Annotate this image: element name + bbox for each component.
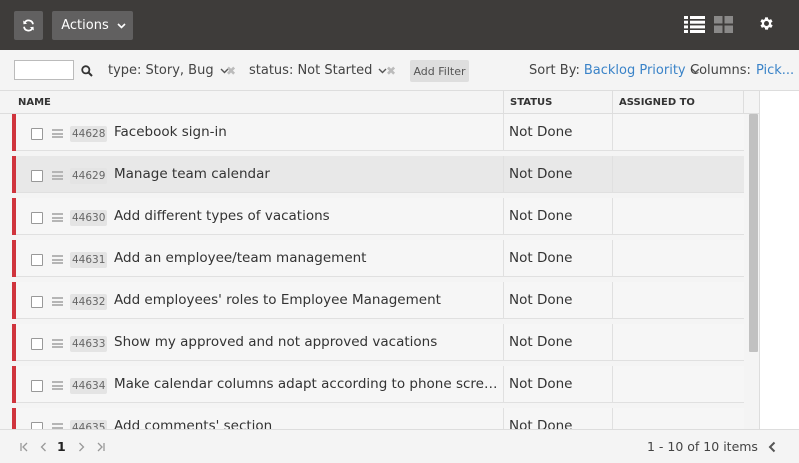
- row-checkbox[interactable]: [31, 212, 43, 224]
- item-status[interactable]: Not Done: [509, 324, 572, 361]
- item-id: 44633: [70, 336, 108, 352]
- priority-bar: [12, 324, 16, 361]
- status-filter[interactable]: status: Not Started: [249, 50, 387, 91]
- remove-type-filter-icon[interactable]: ✖: [226, 64, 236, 78]
- row-checkbox[interactable]: [31, 296, 43, 308]
- item-title[interactable]: Facebook sign-in: [114, 114, 502, 151]
- row-checkbox[interactable]: [31, 128, 43, 140]
- header-status[interactable]: STATUS: [504, 91, 552, 114]
- drag-handle-icon[interactable]: [52, 339, 63, 348]
- priority-bar: [12, 366, 16, 403]
- table-row[interactable]: 44632 Add employees' roles to Employee M…: [12, 282, 744, 319]
- row-checkbox[interactable]: [31, 170, 43, 182]
- priority-bar: [12, 198, 16, 235]
- priority-bar: [12, 240, 16, 277]
- type-filter[interactable]: type: Story, Bug: [108, 50, 229, 91]
- item-status[interactable]: Not Done: [509, 198, 572, 235]
- sort-label: Sort By:: [529, 63, 580, 78]
- search-icon[interactable]: [81, 64, 93, 77]
- first-page-icon[interactable]: [20, 430, 29, 463]
- grid-view-icon[interactable]: [714, 16, 733, 33]
- search-input[interactable]: [14, 60, 74, 80]
- table-row[interactable]: 44630 Add different types of vacations N…: [12, 198, 744, 235]
- type-filter-label: type: Story, Bug: [108, 63, 214, 78]
- drag-handle-icon[interactable]: [52, 213, 63, 222]
- add-filter-button[interactable]: Add Filter: [410, 60, 469, 82]
- table-row[interactable]: 44631 Add an employee/team management No…: [12, 240, 744, 277]
- item-count: 1 - 10 of 10 items: [647, 439, 758, 454]
- top-toolbar: Actions: [0, 0, 799, 50]
- sort-dropdown[interactable]: Backlog Priority: [584, 63, 686, 78]
- actions-label: Actions: [61, 18, 109, 33]
- item-title[interactable]: Manage team calendar: [114, 156, 502, 193]
- status-filter-label: status: Not Started: [249, 63, 373, 78]
- item-status[interactable]: Not Done: [509, 366, 572, 403]
- refresh-icon: [23, 19, 34, 32]
- gear-icon[interactable]: [758, 15, 775, 32]
- item-title[interactable]: Add comments' section: [114, 408, 502, 429]
- item-id: 44632: [70, 294, 108, 310]
- pagination-bar: 1 1 - 10 of 10 items: [0, 429, 799, 462]
- drag-handle-icon[interactable]: [52, 171, 63, 180]
- item-title[interactable]: Add different types of vacations: [114, 198, 502, 235]
- item-status[interactable]: Not Done: [509, 240, 572, 277]
- remove-status-filter-icon[interactable]: ✖: [386, 64, 396, 78]
- item-id: 44628: [70, 126, 108, 142]
- item-status[interactable]: Not Done: [509, 282, 572, 319]
- table-row[interactable]: 44633 Show my approved and not approved …: [12, 324, 744, 361]
- scrollbar-thumb[interactable]: [749, 114, 758, 352]
- columns-label: Columns:: [690, 63, 751, 78]
- header-name[interactable]: NAME: [12, 91, 51, 114]
- item-id: 44635: [70, 420, 108, 429]
- filter-bar: type: Story, Bug ✖ status: Not Started ✖…: [0, 50, 799, 91]
- drag-handle-icon[interactable]: [52, 255, 63, 264]
- item-status[interactable]: Not Done: [509, 408, 572, 429]
- priority-bar: [12, 156, 16, 193]
- item-title[interactable]: Show my approved and not approved vacati…: [114, 324, 502, 361]
- drag-handle-icon[interactable]: [52, 129, 63, 138]
- priority-bar: [12, 114, 16, 151]
- item-status[interactable]: Not Done: [509, 156, 572, 193]
- table-row[interactable]: 44628 Facebook sign-in Not Done: [12, 114, 744, 151]
- refresh-button[interactable]: [14, 11, 43, 40]
- side-panel: [759, 91, 799, 429]
- item-id: 44634: [70, 378, 108, 394]
- table-row[interactable]: 44635 Add comments' section Not Done: [12, 408, 744, 429]
- backlog-list: 44628 Facebook sign-in Not Done 44629 Ma…: [0, 114, 745, 429]
- row-checkbox[interactable]: [31, 254, 43, 266]
- item-id: 44631: [70, 252, 108, 268]
- drag-handle-icon[interactable]: [52, 381, 63, 390]
- table-header: NAME STATUS ASSIGNED TO: [0, 91, 759, 114]
- item-title[interactable]: Add employees' roles to Employee Managem…: [114, 282, 502, 319]
- row-checkbox[interactable]: [31, 422, 43, 429]
- prev-page-icon[interactable]: [40, 430, 47, 463]
- item-id: 44630: [70, 210, 108, 226]
- item-id: 44629: [70, 168, 108, 184]
- collapse-panel-icon[interactable]: [768, 430, 776, 463]
- row-checkbox[interactable]: [31, 338, 43, 350]
- item-title[interactable]: Make calendar columns adapt according to…: [114, 366, 502, 403]
- list-view-icon[interactable]: [684, 16, 705, 33]
- table-row[interactable]: 44629 Manage team calendar Not Done: [12, 156, 744, 193]
- priority-bar: [12, 408, 16, 429]
- row-checkbox[interactable]: [31, 380, 43, 392]
- columns-picker[interactable]: Pick...: [756, 63, 794, 78]
- item-status[interactable]: Not Done: [509, 114, 572, 151]
- actions-button[interactable]: Actions: [52, 11, 133, 40]
- chevron-down-icon: [117, 22, 126, 29]
- current-page[interactable]: 1: [57, 430, 66, 463]
- next-page-icon[interactable]: [78, 430, 85, 463]
- item-title[interactable]: Add an employee/team management: [114, 240, 502, 277]
- last-page-icon[interactable]: [96, 430, 105, 463]
- table-row[interactable]: 44634 Make calendar columns adapt accord…: [12, 366, 744, 403]
- drag-handle-icon[interactable]: [52, 297, 63, 306]
- priority-bar: [12, 282, 16, 319]
- header-assigned-to[interactable]: ASSIGNED TO: [613, 91, 695, 114]
